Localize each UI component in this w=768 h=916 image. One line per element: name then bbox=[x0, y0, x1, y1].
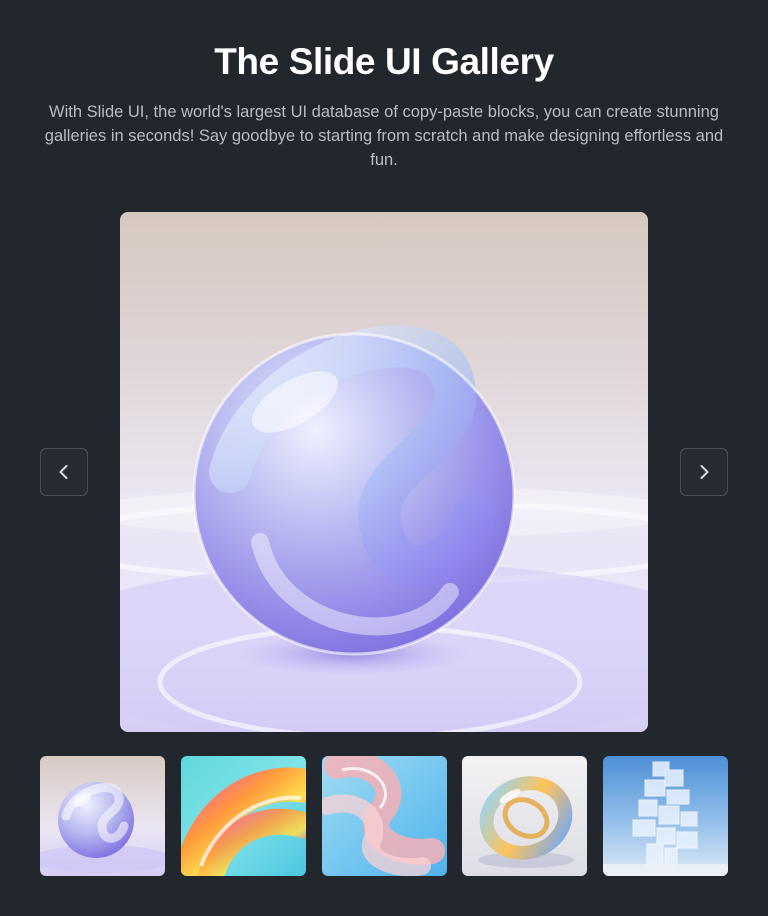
thumbnail-glass-cubes-tower[interactable] bbox=[603, 756, 728, 876]
chevron-left-icon bbox=[59, 465, 68, 479]
main-gallery-image bbox=[120, 212, 648, 732]
chevron-right-icon bbox=[700, 465, 709, 479]
page-subtitle: With Slide UI, the world's largest UI da… bbox=[44, 103, 724, 169]
next-button[interactable] bbox=[680, 448, 728, 496]
gallery-section: The Slide UI Gallery With Slide UI, the … bbox=[0, 0, 768, 916]
page-title: The Slide UI Gallery bbox=[214, 41, 554, 82]
thumbnail-glass-ring[interactable] bbox=[462, 756, 587, 876]
thumbnail-strip bbox=[40, 756, 728, 876]
thumbnail-rainbow-wave[interactable] bbox=[181, 756, 306, 876]
thumbnail-glass-sphere[interactable] bbox=[40, 756, 165, 876]
previous-button[interactable] bbox=[40, 448, 88, 496]
thumbnail-pink-glass-ribbon[interactable] bbox=[322, 756, 447, 876]
